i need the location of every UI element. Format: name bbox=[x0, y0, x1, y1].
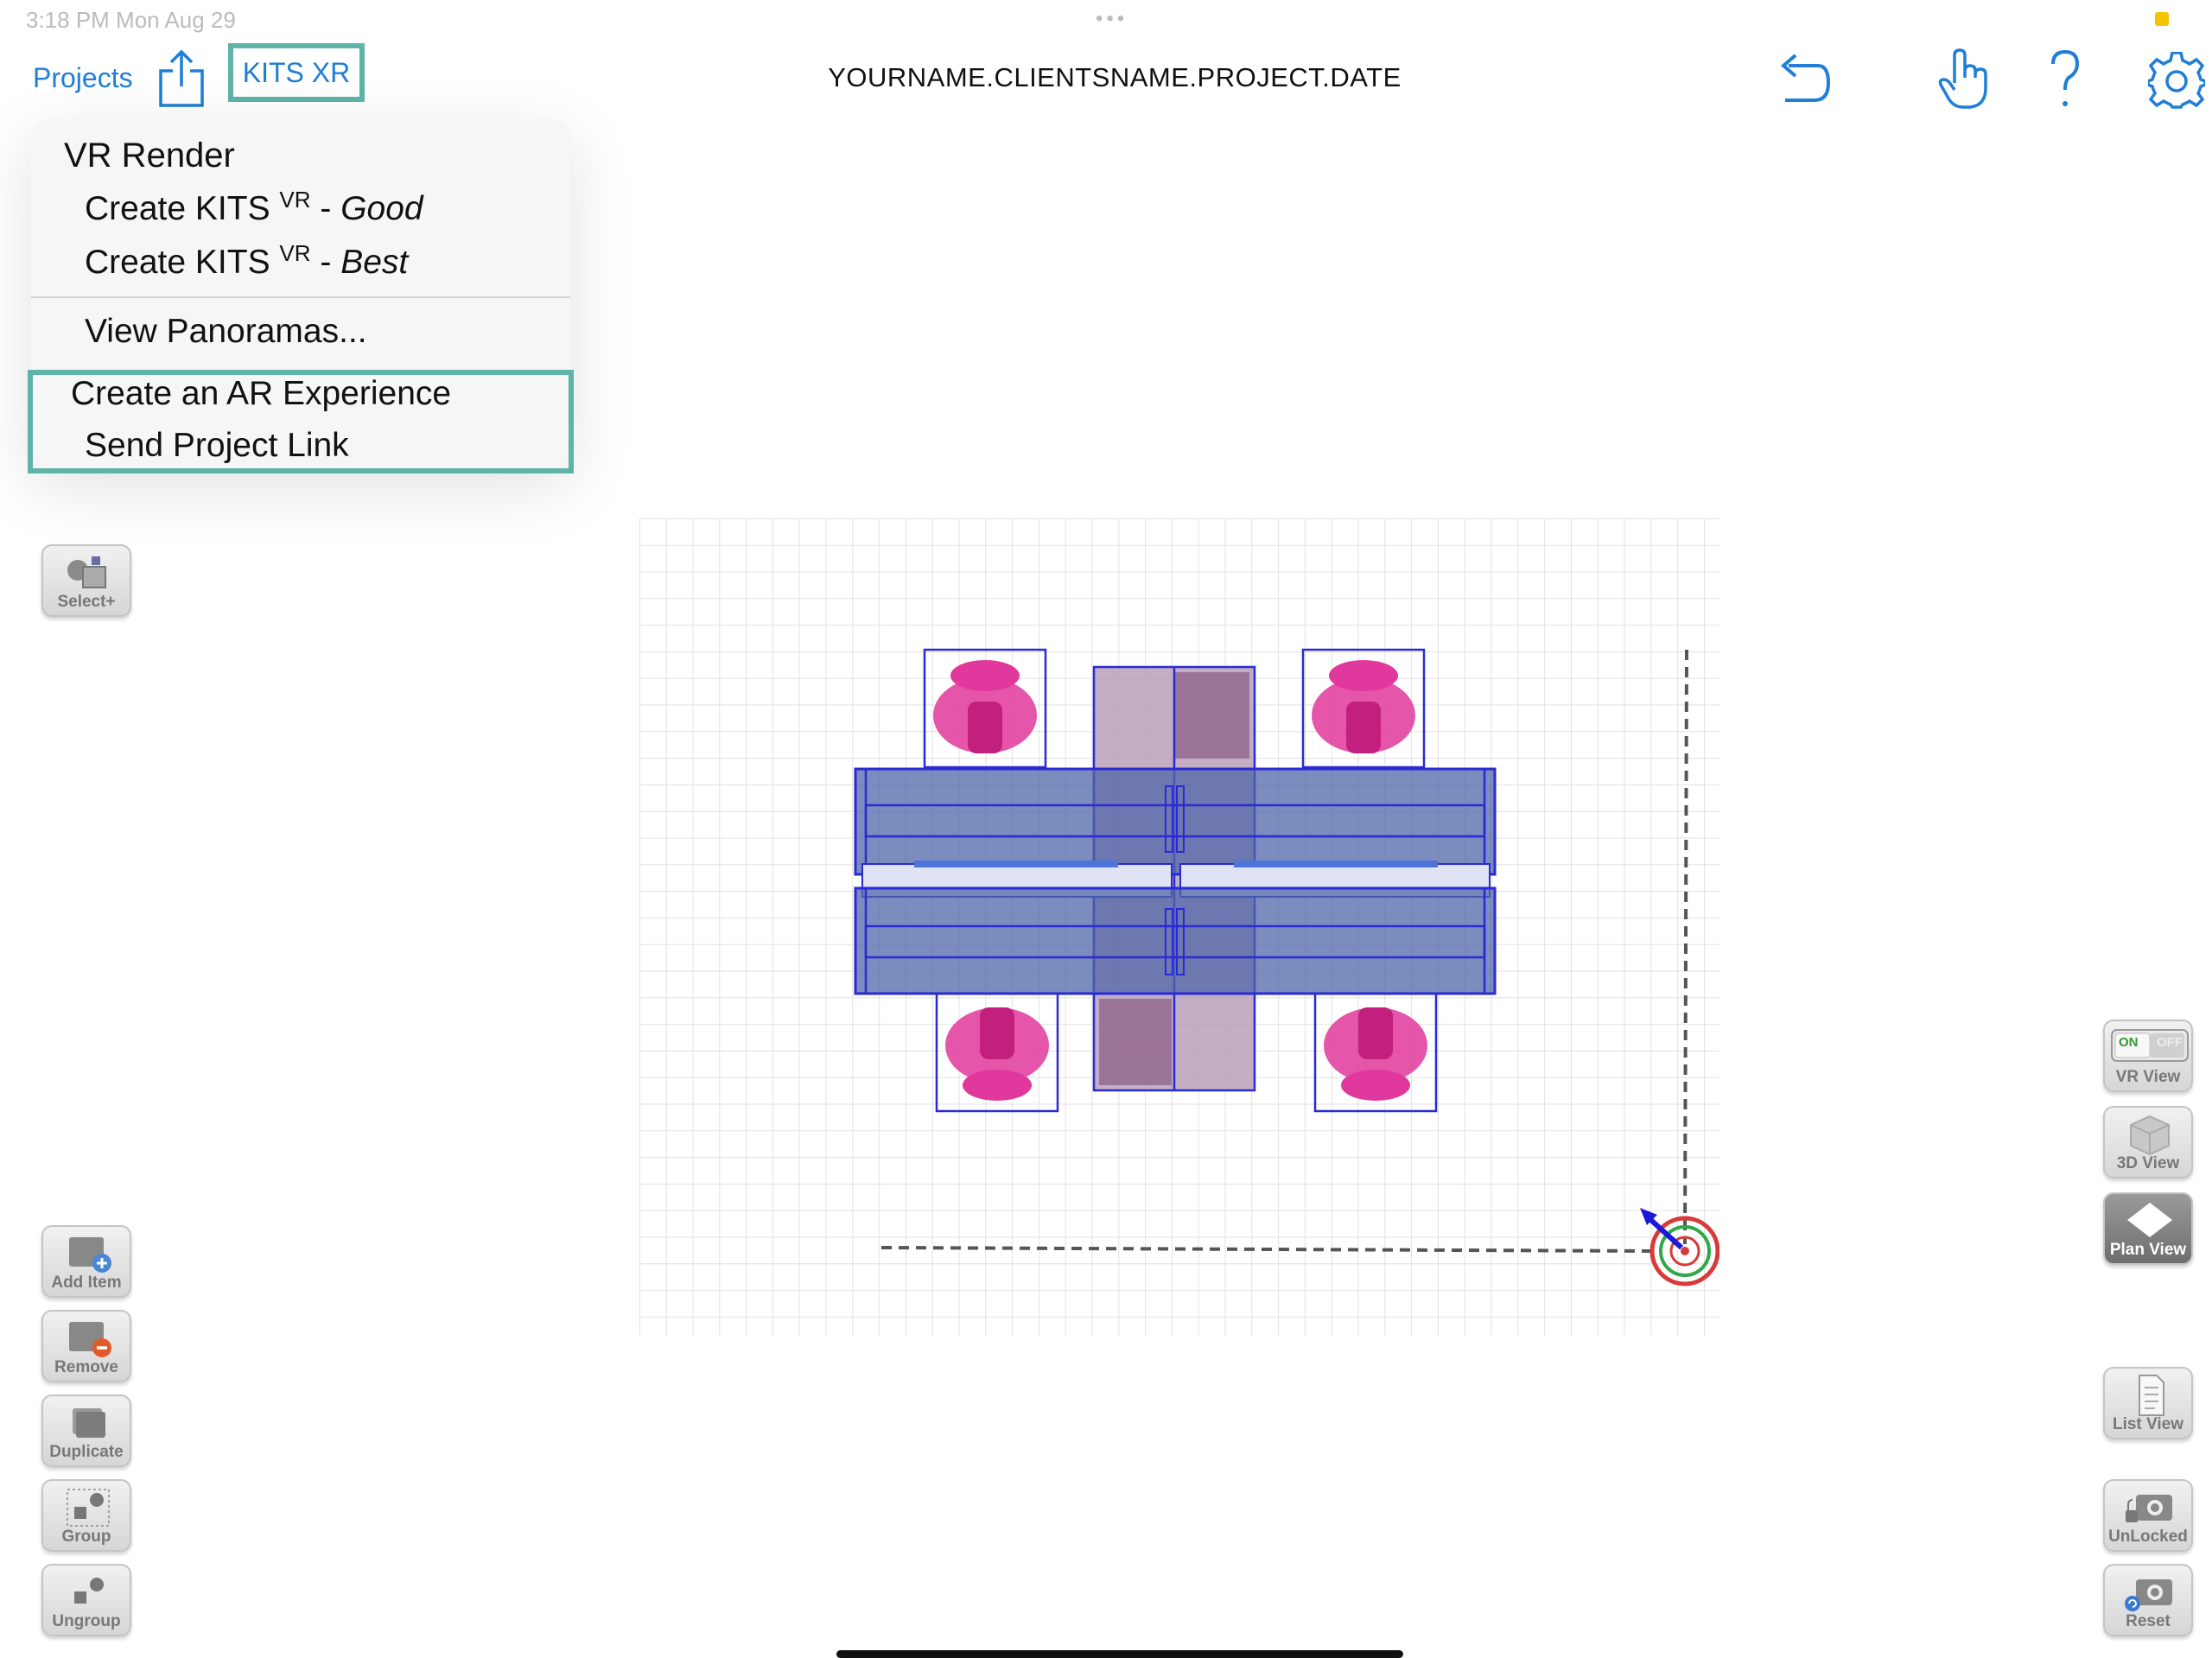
reset-label: Reset bbox=[2126, 1612, 2171, 1630]
battery-indicator-icon bbox=[2155, 12, 2169, 26]
plan-view-label: Plan View bbox=[2109, 1241, 2187, 1259]
plan-view-button[interactable]: Plan View bbox=[2103, 1192, 2193, 1265]
status-time: 3:18 PM Mon Aug 29 bbox=[26, 7, 236, 33]
remove-button[interactable]: Remove bbox=[41, 1310, 131, 1382]
home-indicator[interactable] bbox=[836, 1650, 1403, 1658]
share-icon[interactable] bbox=[156, 48, 207, 109]
menu-item-separator: - bbox=[310, 244, 341, 281]
duplicate-icon bbox=[73, 1408, 105, 1438]
quality-label: Best bbox=[340, 244, 409, 281]
help-icon[interactable] bbox=[2048, 50, 2082, 111]
plan-view-icon bbox=[2127, 1203, 2172, 1237]
remove-label: Remove bbox=[54, 1358, 118, 1376]
duplicate-button[interactable]: Duplicate bbox=[41, 1394, 131, 1467]
touch-gesture-icon[interactable] bbox=[1936, 48, 1991, 111]
select-plus-button[interactable]: Select+ bbox=[41, 544, 131, 617]
multitasking-dots[interactable]: ••• bbox=[1096, 7, 1128, 31]
menu-item-view-panoramas[interactable]: View Panoramas... bbox=[85, 313, 367, 351]
add-item-button[interactable]: Add Item bbox=[41, 1225, 131, 1298]
menu-item-separator: - bbox=[310, 190, 341, 227]
group-button[interactable]: Group bbox=[41, 1479, 131, 1552]
vr-superscript: VR bbox=[279, 187, 311, 213]
ungroup-label: Ungroup bbox=[52, 1612, 121, 1630]
add-item-label: Add Item bbox=[51, 1274, 122, 1292]
desk-top-upper[interactable] bbox=[854, 767, 1497, 876]
menu-divider bbox=[31, 296, 570, 298]
menu-section-vr-render: VR Render bbox=[64, 137, 235, 175]
vr-view-toggle[interactable]: ON OFF VR View bbox=[2103, 1020, 2193, 1092]
select-plus-label: Select+ bbox=[57, 593, 116, 611]
camera-unlocked-button[interactable]: UnLocked bbox=[2103, 1479, 2193, 1552]
kits-xr-menu: VR Render Create KITS VR - Good Create K… bbox=[28, 119, 574, 473]
project-title: YOURNAME.CLIENTSNAME.PROJECT.DATE bbox=[828, 62, 1402, 92]
select-shapes-icon bbox=[67, 556, 106, 588]
menu-item-label: Create KITS bbox=[85, 244, 280, 281]
list-view-label: List View bbox=[2112, 1415, 2183, 1433]
group-label: Group bbox=[61, 1528, 111, 1546]
camera-reset-button[interactable]: Reset bbox=[2103, 1564, 2193, 1636]
projects-link[interactable]: Projects bbox=[33, 62, 133, 94]
list-view-button[interactable]: List View bbox=[2103, 1367, 2193, 1439]
status-bar: 3:18 PM Mon Aug 29 ••• bbox=[0, 0, 2212, 40]
vr-on-label: ON bbox=[2119, 1035, 2139, 1050]
vr-view-label: VR View bbox=[2115, 1068, 2181, 1086]
kits-xr-button[interactable]: KITS XR bbox=[228, 43, 365, 102]
quality-label: Good bbox=[340, 190, 423, 227]
unlocked-label: UnLocked bbox=[2108, 1528, 2188, 1546]
3d-view-label: 3D View bbox=[2116, 1154, 2180, 1172]
menu-item-create-ar-experience[interactable]: Create an AR Experience bbox=[71, 375, 451, 413]
vr-superscript: VR bbox=[279, 240, 311, 266]
vr-off-label: OFF bbox=[2157, 1035, 2183, 1050]
cube-icon bbox=[2130, 1115, 2170, 1156]
menu-item-send-project-link[interactable]: Send Project Link bbox=[85, 427, 349, 465]
add-item-icon bbox=[69, 1237, 111, 1273]
menu-item-label: Create KITS bbox=[85, 190, 280, 227]
undo-icon[interactable] bbox=[1771, 50, 1832, 107]
group-icon bbox=[67, 1489, 110, 1527]
camera-unlocked-icon bbox=[2126, 1495, 2172, 1522]
vertical-dimension-guide bbox=[1683, 649, 1688, 1245]
plan-view-canvas[interactable] bbox=[639, 518, 1719, 1336]
desk-top-lower[interactable] bbox=[854, 886, 1497, 995]
duplicate-label: Duplicate bbox=[49, 1443, 124, 1461]
ungroup-icon bbox=[74, 1578, 104, 1604]
document-list-icon bbox=[2139, 1375, 2164, 1416]
3d-view-button[interactable]: 3D View bbox=[2103, 1106, 2193, 1178]
camera-reset-icon bbox=[2125, 1579, 2172, 1611]
menu-item-create-kits-vr-good[interactable]: Create KITS VR - Good bbox=[85, 187, 423, 228]
settings-gear-icon[interactable] bbox=[2148, 52, 2205, 109]
remove-item-icon bbox=[69, 1322, 111, 1357]
ungroup-button[interactable]: Ungroup bbox=[41, 1564, 131, 1636]
menu-item-create-kits-vr-best[interactable]: Create KITS VR - Best bbox=[85, 240, 409, 282]
